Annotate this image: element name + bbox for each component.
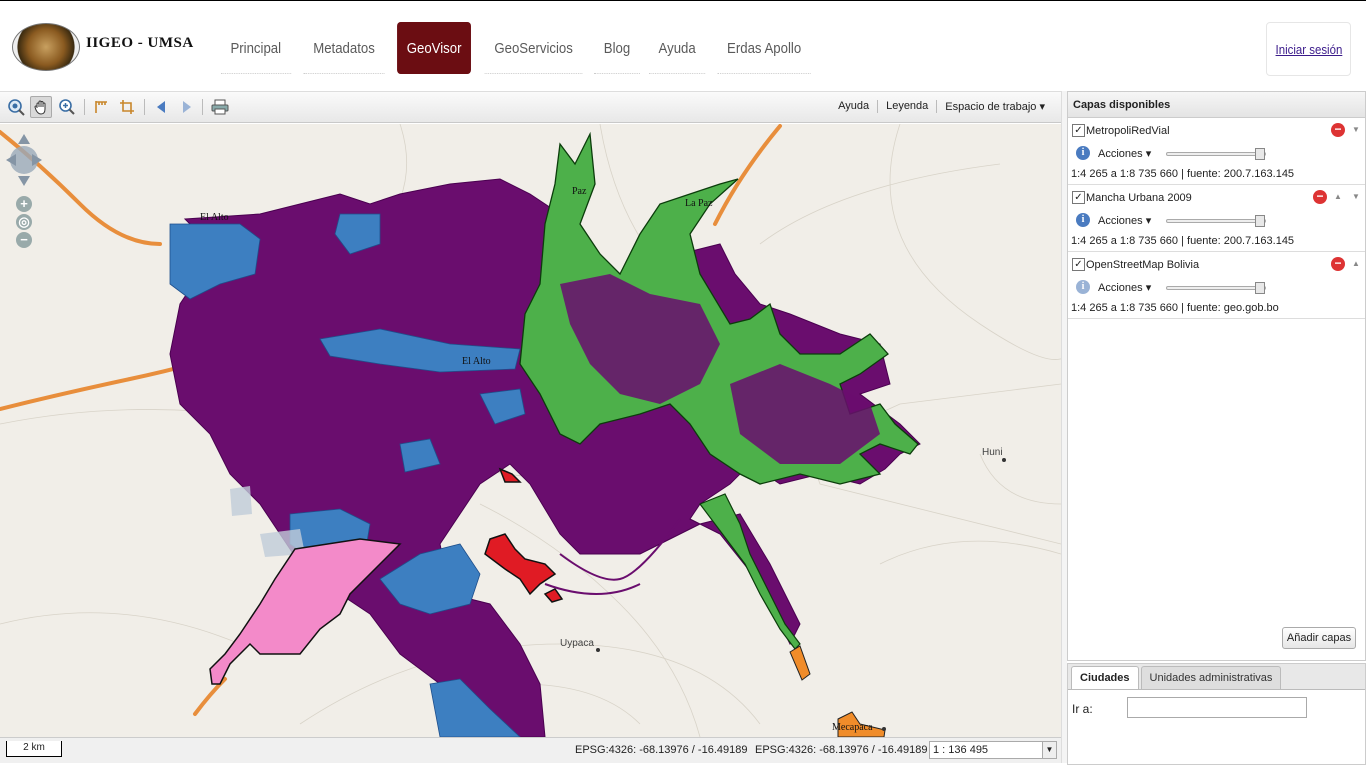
map-label: El Alto bbox=[200, 212, 229, 223]
goto-label: Ir a: bbox=[1072, 702, 1093, 716]
acciones-menu[interactable]: Acciones ▾ bbox=[1098, 281, 1151, 294]
map-label: Paz bbox=[572, 186, 587, 197]
tab-unidades-administrativas[interactable]: Unidades administrativas bbox=[1140, 666, 1282, 689]
remove-layer-icon[interactable]: − bbox=[1331, 257, 1345, 271]
layer-item: ✓ MetropoliRedVial − ▼ i Acciones ▾ 1:4 … bbox=[1068, 118, 1365, 185]
remove-layer-icon[interactable]: − bbox=[1331, 123, 1345, 137]
zoom-in-icon[interactable] bbox=[56, 96, 78, 118]
slider-thumb[interactable] bbox=[1255, 282, 1265, 294]
scale-bar: 2 km bbox=[6, 741, 62, 757]
zoom-control: + ◎ − bbox=[14, 196, 34, 252]
login-box: Iniciar sesión bbox=[1266, 22, 1351, 76]
opacity-slider[interactable] bbox=[1166, 215, 1266, 227]
layer-meta: 1:4 265 a 1:8 735 660 | fuente: geo.gob.… bbox=[1071, 302, 1279, 314]
map-label: Huni bbox=[982, 447, 1003, 458]
layer-meta: 1:4 265 a 1:8 735 660 | fuente: 200.7.16… bbox=[1071, 235, 1295, 247]
opacity-slider[interactable] bbox=[1166, 148, 1266, 160]
measure-length-icon[interactable] bbox=[90, 96, 112, 118]
map-label: La Paz bbox=[685, 198, 713, 209]
header: IIGEO - UMSA Principal Metadatos GeoViso… bbox=[0, 0, 1366, 90]
add-layers-button[interactable]: Añadir capas bbox=[1282, 627, 1356, 649]
next-view-icon[interactable] bbox=[176, 96, 198, 118]
info-icon[interactable]: i bbox=[1076, 146, 1090, 160]
status-bar: 2 km EPSG:4326: -68.13976 / -16.49189 EP… bbox=[0, 737, 1061, 763]
nav-geovisor[interactable]: GeoVisor bbox=[396, 22, 471, 74]
map-label: El Alto bbox=[462, 356, 491, 367]
remove-layer-icon[interactable]: − bbox=[1313, 190, 1327, 204]
layer-visibility-checkbox[interactable]: ✓ bbox=[1072, 124, 1085, 137]
opacity-slider[interactable] bbox=[1166, 282, 1266, 294]
slider-thumb[interactable] bbox=[1255, 148, 1265, 160]
help-link[interactable]: Ayuda bbox=[830, 100, 877, 113]
move-up-icon[interactable]: ▲ bbox=[1334, 192, 1342, 201]
layer-name: Mancha Urbana 2009 bbox=[1086, 192, 1192, 204]
coordinates-readout: EPSG:4326: -68.13976 / -16.49189 bbox=[755, 744, 928, 756]
map-label: Uypaca bbox=[560, 638, 594, 649]
print-icon[interactable] bbox=[209, 96, 231, 118]
zoom-world-icon[interactable]: ◎ bbox=[16, 214, 32, 230]
map-label: Mecapaca bbox=[832, 722, 873, 733]
tab-bar: Ciudades Unidades administrativas bbox=[1068, 664, 1365, 690]
nav-blog[interactable]: Blog bbox=[594, 22, 640, 74]
map-toolbar: Ayuda Leyenda Espacio de trabajo ▾ bbox=[0, 91, 1061, 123]
iigeo-logo[interactable] bbox=[12, 23, 80, 71]
layers-panel: Capas disponibles ✓ MetropoliRedVial − ▼… bbox=[1067, 91, 1366, 661]
scale-select[interactable]: 1 : 136 495 ▼ bbox=[929, 741, 1057, 759]
login-link[interactable]: Iniciar sesión bbox=[1275, 42, 1342, 57]
zoom-in-button[interactable]: + bbox=[16, 196, 32, 212]
info-icon[interactable]: i bbox=[1076, 280, 1090, 294]
nav-erdas-apollo[interactable]: Erdas Apollo bbox=[717, 22, 812, 74]
acciones-menu[interactable]: Acciones ▾ bbox=[1098, 214, 1151, 227]
move-down-icon[interactable]: ▼ bbox=[1352, 192, 1360, 201]
zoom-out-button[interactable]: − bbox=[16, 232, 32, 248]
site-title: IIGEO - UMSA bbox=[86, 35, 194, 51]
move-up-icon[interactable]: ▲ bbox=[1352, 259, 1360, 268]
measure-area-icon[interactable] bbox=[116, 96, 138, 118]
scale-select-value: 1 : 136 495 bbox=[933, 744, 989, 756]
legend-link[interactable]: Leyenda bbox=[877, 100, 936, 113]
previous-view-icon[interactable] bbox=[150, 96, 172, 118]
coordinates-readout: EPSG:4326: -68.13976 / -16.49189 bbox=[575, 744, 748, 756]
pan-hand-icon[interactable] bbox=[30, 96, 52, 118]
layer-visibility-checkbox[interactable]: ✓ bbox=[1072, 258, 1085, 271]
nav-principal[interactable]: Principal bbox=[220, 22, 291, 74]
panel-title: Capas disponibles bbox=[1068, 92, 1365, 118]
move-down-icon[interactable]: ▼ bbox=[1352, 125, 1360, 134]
layer-item: ✓ Mancha Urbana 2009 − ▲ ▼ i Acciones ▾ … bbox=[1068, 185, 1365, 252]
goto-input[interactable] bbox=[1127, 697, 1307, 718]
chevron-down-icon: ▼ bbox=[1042, 742, 1056, 758]
layer-visibility-checkbox[interactable]: ✓ bbox=[1072, 191, 1085, 204]
layer-meta: 1:4 265 a 1:8 735 660 | fuente: 200.7.16… bbox=[1071, 168, 1295, 180]
nav-metadatos[interactable]: Metadatos bbox=[303, 22, 385, 74]
main-nav: Principal Metadatos GeoVisor GeoServicio… bbox=[215, 21, 819, 75]
workspace-menu[interactable]: Espacio de trabajo ▾ bbox=[936, 100, 1053, 113]
layer-item: ✓ OpenStreetMap Bolivia − ▲ i Acciones ▾… bbox=[1068, 252, 1365, 319]
toolbar-links: Ayuda Leyenda Espacio de trabajo ▾ bbox=[830, 100, 1053, 113]
map-layers bbox=[0, 124, 1061, 737]
nav-ayuda[interactable]: Ayuda bbox=[648, 22, 706, 74]
tab-ciudades[interactable]: Ciudades bbox=[1071, 666, 1139, 689]
map-canvas[interactable]: + ◎ − El Alto El Alto Paz La Paz Huni Uy… bbox=[0, 124, 1061, 737]
acciones-menu[interactable]: Acciones ▾ bbox=[1098, 147, 1151, 160]
layer-name: OpenStreetMap Bolivia bbox=[1086, 259, 1200, 271]
slider-thumb[interactable] bbox=[1255, 215, 1265, 227]
search-panel: Ciudades Unidades administrativas Ir a: bbox=[1067, 663, 1366, 765]
layer-name: MetropoliRedVial bbox=[1086, 125, 1170, 137]
zoom-extent-icon[interactable] bbox=[5, 96, 27, 118]
nav-geoservicios[interactable]: GeoServicios bbox=[484, 22, 583, 74]
info-icon[interactable]: i bbox=[1076, 213, 1090, 227]
